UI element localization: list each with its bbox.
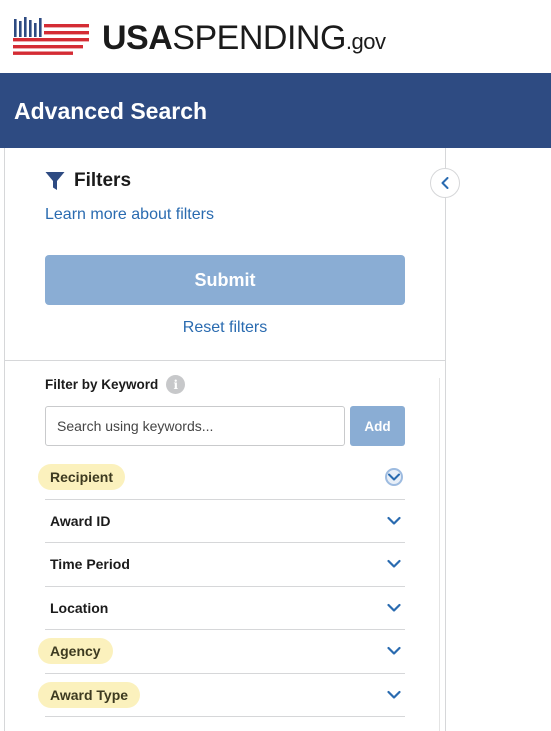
submit-button[interactable]: Submit bbox=[45, 255, 405, 305]
filter-section-recipient[interactable]: Recipient bbox=[38, 456, 405, 500]
chevron-down-icon[interactable] bbox=[387, 646, 401, 656]
filter-funnel-icon bbox=[45, 172, 65, 190]
chevron-down-icon[interactable] bbox=[387, 559, 401, 569]
logo-usa: USA bbox=[102, 19, 173, 57]
filter-sections-list: Recipient Award ID Time Period Location … bbox=[38, 456, 405, 717]
filter-section-label: Agency bbox=[38, 638, 113, 665]
collapse-sidebar-button[interactable] bbox=[430, 168, 460, 198]
learn-more-filters-link[interactable]: Learn more about filters bbox=[45, 205, 214, 225]
filter-section-label: Award Type bbox=[38, 681, 141, 708]
reset-filters-link[interactable]: Reset filters bbox=[45, 318, 405, 338]
chevron-left-icon bbox=[441, 177, 449, 189]
filter-section-location[interactable]: Location bbox=[45, 587, 405, 630]
keyword-filter-label-text: Filter by Keyword bbox=[45, 376, 159, 392]
logo-gov: .gov bbox=[345, 29, 386, 54]
filter-section-label: Recipient bbox=[38, 464, 126, 491]
usaspending-logo-flag-icon[interactable] bbox=[13, 17, 91, 55]
filters-title: Filters bbox=[74, 170, 132, 191]
filter-section-label: Time Period bbox=[50, 556, 130, 573]
filters-heading: Filters bbox=[45, 170, 131, 192]
keyword-search-input[interactable] bbox=[45, 406, 345, 446]
chevron-down-icon[interactable] bbox=[387, 603, 401, 613]
logo-spending: SPENDING bbox=[172, 19, 346, 57]
keyword-filter-label: Filter by Keyword i bbox=[45, 375, 186, 394]
panel-divider bbox=[5, 360, 445, 361]
chevron-down-icon[interactable] bbox=[385, 468, 403, 487]
filter-section-label: Award ID bbox=[50, 512, 111, 529]
chevron-down-icon[interactable] bbox=[387, 690, 401, 700]
filter-section-award-type[interactable]: Award Type bbox=[38, 674, 405, 717]
filter-section-agency[interactable]: Agency bbox=[38, 630, 405, 674]
add-keyword-button[interactable]: Add bbox=[350, 406, 405, 446]
page-title-bar: Advanced Search bbox=[0, 73, 551, 148]
filter-section-label: Location bbox=[50, 599, 109, 616]
filter-section-award-id[interactable]: Award ID bbox=[45, 500, 405, 543]
page-title: Advanced Search bbox=[14, 98, 208, 124]
usaspending-wordmark[interactable]: USASPENDING.gov bbox=[102, 18, 386, 62]
info-icon[interactable]: i bbox=[166, 375, 186, 394]
filter-list-scroll-border bbox=[439, 378, 440, 731]
filter-section-time-period[interactable]: Time Period bbox=[45, 543, 405, 587]
site-header: USASPENDING.gov bbox=[0, 0, 551, 73]
chevron-down-icon[interactable] bbox=[387, 516, 401, 526]
